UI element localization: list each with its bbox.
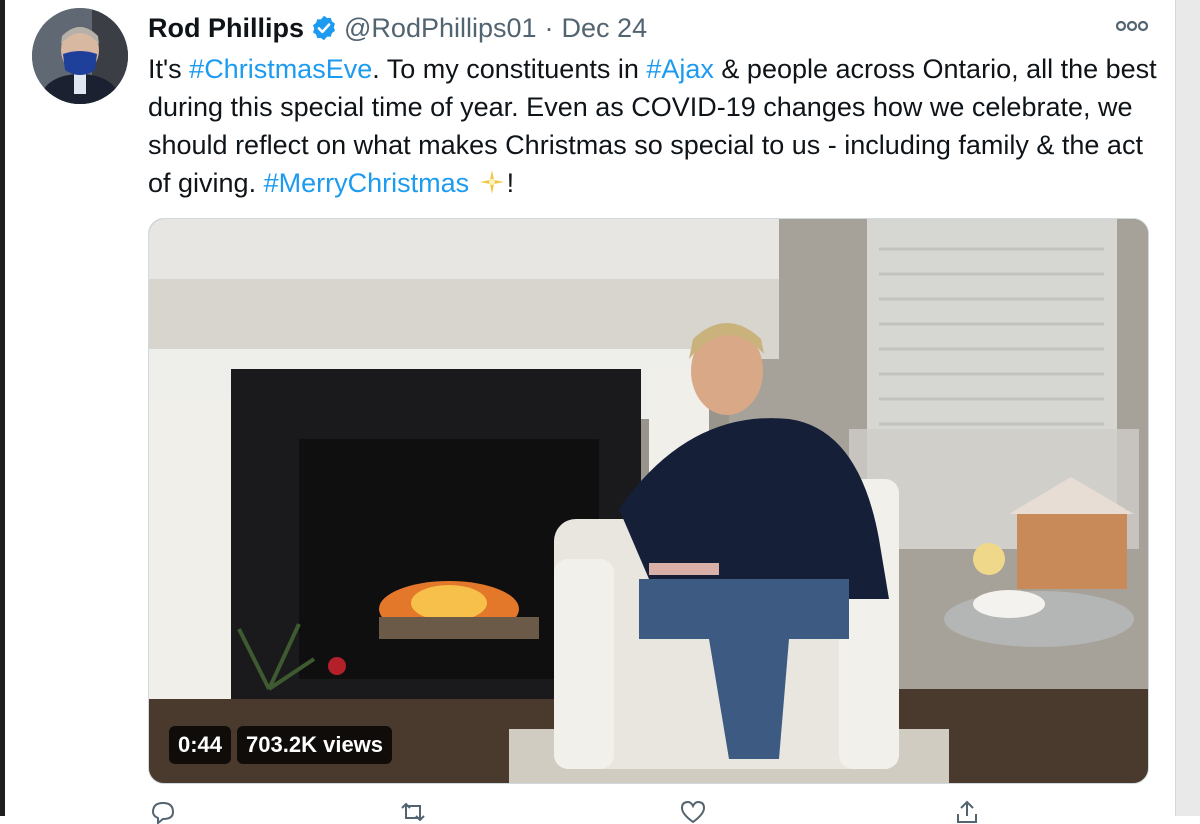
- tweet-header: Rod Phillips @RodPhillips01 · Dec 24: [148, 8, 647, 48]
- tweet-actions: [148, 800, 1048, 824]
- share-icon[interactable]: [954, 800, 980, 824]
- video-player[interactable]: 0:44 703.2K views: [148, 218, 1149, 784]
- verified-badge-icon: [313, 15, 335, 41]
- text-segment: !: [506, 168, 515, 198]
- text-segment: It's: [148, 54, 190, 84]
- hashtag-link[interactable]: #ChristmasEve: [189, 54, 372, 84]
- like-icon[interactable]: [680, 800, 706, 824]
- avatar[interactable]: [32, 8, 128, 104]
- hashtag-link[interactable]: #Ajax: [646, 54, 714, 84]
- display-name[interactable]: Rod Phillips: [148, 13, 304, 44]
- video-frame: [149, 219, 1148, 783]
- sparkle-emoji-icon: [479, 170, 504, 194]
- video-view-count: 703.2K views: [237, 726, 393, 764]
- scrollbar-track[interactable]: [1175, 0, 1200, 816]
- window-frame-left: [0, 0, 5, 816]
- video-overlay: 0:44 703.2K views: [169, 726, 393, 764]
- handle[interactable]: @RodPhillips01: [344, 13, 537, 44]
- reply-icon[interactable]: [150, 800, 176, 824]
- tweet-date[interactable]: Dec 24: [562, 13, 648, 44]
- hashtag-link[interactable]: #MerryChristmas: [264, 168, 470, 198]
- retweet-icon[interactable]: [400, 800, 426, 824]
- text-segment: . To my constituents in: [372, 54, 647, 84]
- avatar-photo: [32, 8, 128, 104]
- separator-dot: ·: [544, 12, 554, 43]
- video-duration: 0:44: [169, 726, 232, 764]
- more-options-icon[interactable]: [1114, 14, 1150, 38]
- tweet-text: It's #ChristmasEve. To my constituents i…: [148, 50, 1158, 202]
